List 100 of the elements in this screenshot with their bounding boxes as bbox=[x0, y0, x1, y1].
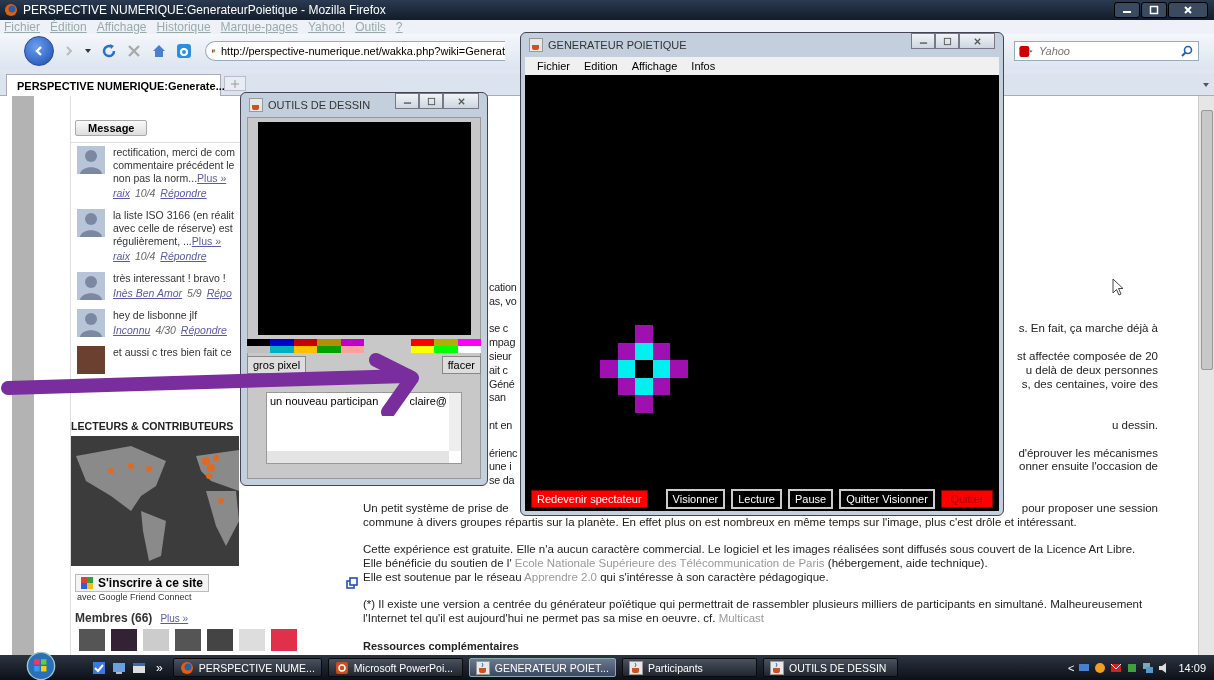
color-swatch[interactable] bbox=[434, 346, 458, 353]
minimize-button[interactable] bbox=[1114, 2, 1140, 18]
tray-app-icon[interactable] bbox=[1126, 661, 1139, 674]
mail-icon[interactable] bbox=[1110, 661, 1123, 674]
control-button[interactable]: Lecture bbox=[731, 489, 782, 509]
author-link[interactable]: raix bbox=[113, 187, 130, 200]
window-icon[interactable] bbox=[132, 660, 146, 675]
menu-item[interactable]: Infos bbox=[691, 60, 716, 72]
overflow-button[interactable]: » bbox=[156, 660, 163, 675]
taskbar-button[interactable]: OUTILS DE DESSIN bbox=[762, 658, 898, 677]
article-text: Un petit système de prise de bbox=[363, 501, 509, 516]
article-text: sieur bbox=[489, 350, 512, 364]
author-link[interactable]: Inès Ben Amor bbox=[113, 287, 183, 300]
color-swatch[interactable] bbox=[457, 346, 481, 353]
close-button[interactable] bbox=[1168, 2, 1208, 18]
comment-text: la liste ISO 3166 (en réalit bbox=[113, 209, 234, 222]
user-silhouette-icon bbox=[77, 272, 105, 300]
search-icon bbox=[1181, 45, 1193, 57]
color-swatch[interactable] bbox=[247, 346, 271, 353]
more-link[interactable]: Plus » bbox=[191, 235, 221, 247]
maximize-icon bbox=[426, 96, 436, 106]
author-link[interactable]: raix bbox=[113, 250, 130, 263]
scrollbar[interactable] bbox=[1198, 96, 1214, 655]
photo-placeholder bbox=[111, 629, 137, 651]
color-swatch[interactable] bbox=[340, 346, 364, 353]
maximize-icon bbox=[942, 36, 952, 46]
stop-icon[interactable] bbox=[126, 43, 142, 59]
color-swatch[interactable] bbox=[270, 339, 294, 346]
color-swatch[interactable] bbox=[317, 346, 341, 353]
slides-icon bbox=[334, 660, 349, 675]
photo-placeholder bbox=[143, 629, 169, 651]
color-swatch[interactable] bbox=[293, 339, 318, 346]
globe-icon bbox=[4, 3, 18, 17]
maximize-icon bbox=[1149, 5, 1159, 15]
more-link[interactable]: Plus » bbox=[197, 172, 227, 184]
tool-button[interactable]: ffacer bbox=[441, 356, 481, 374]
color-swatch[interactable] bbox=[247, 339, 271, 346]
tab-list-icon[interactable] bbox=[1202, 81, 1210, 89]
home-icon[interactable] bbox=[151, 43, 167, 59]
control-button[interactable]: Pause bbox=[787, 489, 834, 509]
article-text: commune à divers groupes répartis sur la planète. En effet plus on est nombreux en même temps sur l'image, plus c'est drôle et intéressant. bbox=[363, 515, 1077, 530]
article-text: cation bbox=[489, 281, 517, 295]
article-text: st affectée composée de 20 bbox=[1016, 350, 1158, 364]
color-swatch[interactable] bbox=[410, 339, 435, 346]
caret-icon[interactable] bbox=[84, 47, 92, 55]
back-button[interactable] bbox=[24, 36, 54, 66]
tray-app-icon[interactable] bbox=[1094, 661, 1107, 674]
user-silhouette-icon bbox=[77, 209, 105, 237]
taskbar-button[interactable]: Participants bbox=[621, 658, 757, 677]
log-text: un nouveau participan bbox=[270, 395, 379, 407]
maximize-button[interactable] bbox=[1141, 2, 1167, 18]
network-icon[interactable] bbox=[1142, 661, 1155, 674]
taskbar-button[interactable]: PERSPECTIVE NUME... bbox=[172, 658, 322, 677]
reply-link[interactable]: Répondre bbox=[160, 187, 207, 200]
friends-icon bbox=[81, 577, 93, 589]
author-link[interactable]: Inconnu bbox=[113, 324, 151, 337]
scrollbar[interactable] bbox=[449, 393, 461, 451]
article-text: pour proposer une session bbox=[1021, 501, 1158, 516]
scrollbar-thumb[interactable] bbox=[1200, 110, 1213, 370]
search-field[interactable]: Yahoo bbox=[1014, 41, 1199, 61]
windows-icon[interactable] bbox=[346, 577, 358, 589]
menu-item[interactable]: Affichage bbox=[631, 60, 678, 72]
color-swatch[interactable] bbox=[270, 346, 294, 353]
scrollbar[interactable] bbox=[267, 451, 449, 463]
more-link[interactable]: Plus » bbox=[160, 613, 189, 624]
comment-text: hey de lisbonne jlf bbox=[113, 309, 199, 322]
start-button[interactable] bbox=[26, 651, 56, 680]
reload-icon[interactable] bbox=[101, 43, 117, 59]
coffee-cup-icon bbox=[529, 38, 543, 52]
color-swatch[interactable] bbox=[317, 339, 341, 346]
menu-item[interactable]: Edition bbox=[584, 60, 618, 72]
comment-date: 10/4 bbox=[134, 187, 156, 200]
close-icon bbox=[456, 96, 466, 106]
address-field[interactable]: http://perspective-numerique.net/wakka.php?wiki=Generat bbox=[205, 41, 505, 61]
taskbar-button[interactable]: GENERATEUR POIET... bbox=[468, 658, 616, 677]
taskbar-button[interactable]: Microsoft PowerPoi... bbox=[327, 658, 463, 677]
color-swatch[interactable] bbox=[410, 346, 435, 353]
join-button[interactable]: S'inscrire à ce site bbox=[75, 574, 209, 592]
color-swatch[interactable] bbox=[457, 339, 481, 346]
bookmark-icon[interactable] bbox=[176, 43, 192, 59]
message-button[interactable]: Message bbox=[75, 120, 148, 136]
color-swatch[interactable] bbox=[340, 339, 364, 346]
article-text: Elle est soutenue par le réseau Apprendre 2.0 qui s'intéresse à son caractère pédagogique. bbox=[363, 570, 830, 585]
network-icon[interactable] bbox=[1078, 661, 1091, 674]
reply-link[interactable]: Répo bbox=[206, 287, 232, 300]
reply-link[interactable]: Répondre bbox=[160, 250, 207, 263]
control-button[interactable]: Redevenir spectateur bbox=[531, 490, 648, 508]
reply-link[interactable]: Répondre bbox=[180, 324, 227, 337]
menu-item[interactable]: Fichier bbox=[537, 60, 570, 72]
pixel-canvas[interactable]: Redevenir spectateur Visionner Lecture Pause Quitter Visionner Quitter bbox=[525, 75, 999, 511]
tray-toggle[interactable]: < bbox=[1068, 661, 1075, 674]
desktop-icon[interactable] bbox=[112, 660, 126, 675]
control-button[interactable]: Quitter Visionner bbox=[839, 489, 935, 509]
color-swatch[interactable] bbox=[434, 339, 458, 346]
article-text: Cette expérience est gratuite. Elle n'a aucun caractère commercial. Le logiciel et les images réalisées sont diffusés sous couvert de la Licence Art Libre. bbox=[363, 543, 1137, 557]
tool-button[interactable]: gros pixel bbox=[247, 356, 307, 374]
checkbox-icon[interactable] bbox=[92, 660, 106, 675]
color-swatch[interactable] bbox=[293, 346, 318, 353]
control-button[interactable]: Visionner bbox=[665, 489, 726, 509]
article-text: s, des centaines, voire des bbox=[1021, 377, 1158, 392]
